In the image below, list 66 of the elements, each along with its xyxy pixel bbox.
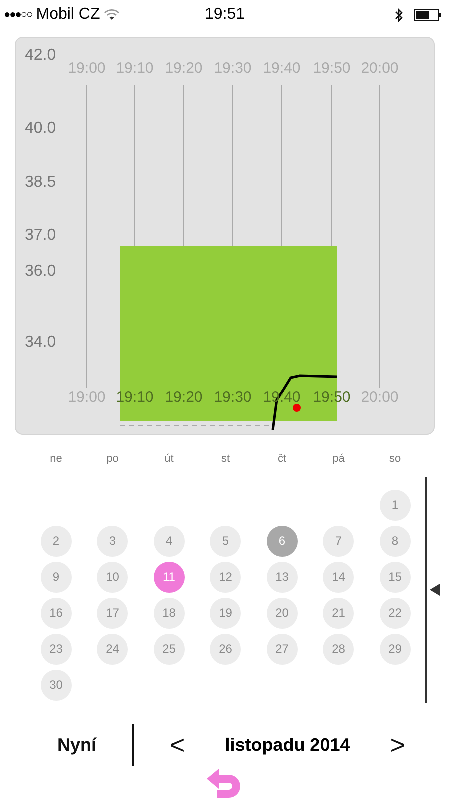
weekday-label: út <box>164 453 175 465</box>
wifi-icon <box>104 9 120 21</box>
weekday-label: pá <box>332 453 346 465</box>
day-button[interactable]: 7 <box>323 526 354 556</box>
weekday-label: st <box>220 453 232 465</box>
weekday-label: po <box>106 453 120 465</box>
y-axis-label: 37.0 <box>25 227 56 244</box>
clock: 19:51 <box>204 6 246 24</box>
time-label: 19:10 <box>116 60 154 77</box>
day-button[interactable]: 19 <box>210 598 242 628</box>
time-label: 19:30 <box>214 60 252 77</box>
day-button[interactable]: 5 <box>210 526 242 556</box>
day-button[interactable]: 22 <box>380 598 411 628</box>
day-button[interactable]: 6 <box>266 526 298 556</box>
day-button[interactable]: 26 <box>210 634 242 664</box>
time-label: 19:50 <box>313 60 351 77</box>
day-button[interactable]: 3 <box>97 526 128 556</box>
weekday-label: ne <box>49 453 64 465</box>
signal-strength: ●●●○○ <box>4 9 32 21</box>
y-axis-label: 34.0 <box>25 334 56 351</box>
day-button[interactable]: 11 <box>154 562 185 592</box>
next-month-button[interactable]: > <box>390 730 406 760</box>
day-button[interactable]: 12 <box>210 562 242 592</box>
time-label: 19:20 <box>165 60 203 77</box>
day-button[interactable]: 17 <box>97 598 128 628</box>
day-button[interactable]: 4 <box>154 526 185 556</box>
bluetooth-icon <box>395 8 404 22</box>
battery-icon <box>414 8 442 22</box>
weekday-label: čt <box>276 453 288 465</box>
now-button[interactable]: Nyní <box>22 734 132 756</box>
day-button[interactable]: 24 <box>97 634 128 664</box>
time-label: 19:30 <box>214 389 252 406</box>
day-button[interactable]: 10 <box>97 562 128 592</box>
day-button[interactable]: 28 <box>323 634 354 664</box>
y-axis-label: 40.0 <box>25 120 56 137</box>
day-button[interactable]: 13 <box>266 562 298 592</box>
weekday-label: so <box>388 453 402 465</box>
day-button[interactable]: 29 <box>380 634 411 664</box>
day-button[interactable]: 18 <box>154 598 185 628</box>
collapse-handle-icon[interactable] <box>430 584 440 596</box>
time-label: 19:40 <box>263 60 301 77</box>
time-label: 19:00 <box>68 389 106 406</box>
time-label: 20:00 <box>361 60 399 77</box>
current-point <box>293 404 301 412</box>
day-button[interactable]: 20 <box>266 598 298 628</box>
day-button[interactable]: 9 <box>40 562 72 592</box>
day-button[interactable]: 25 <box>154 634 185 664</box>
time-label: 19:00 <box>68 60 106 77</box>
day-button[interactable]: 15 <box>380 562 411 592</box>
day-button[interactable]: 1 <box>380 490 411 520</box>
carrier-name: Mobil CZ <box>36 6 100 24</box>
day-button[interactable]: 30 <box>40 670 72 700</box>
day-button[interactable]: 2 <box>40 526 72 556</box>
day-button[interactable]: 21 <box>323 598 354 628</box>
day-button[interactable]: 14 <box>323 562 354 592</box>
previous-month-button[interactable]: < <box>170 730 186 760</box>
day-button[interactable]: 16 <box>40 598 72 628</box>
y-axis-label: 38.5 <box>25 174 56 191</box>
y-axis-label: 36.0 <box>25 263 56 280</box>
day-button[interactable]: 27 <box>266 634 298 664</box>
y-axis-label: 42.0 <box>25 47 56 64</box>
day-button[interactable]: 23 <box>40 634 72 664</box>
time-label: 20:00 <box>361 389 399 406</box>
day-button[interactable]: 8 <box>380 526 411 556</box>
month-title: listopadu 2014 <box>225 734 350 756</box>
time-label: 19:20 <box>165 389 203 406</box>
